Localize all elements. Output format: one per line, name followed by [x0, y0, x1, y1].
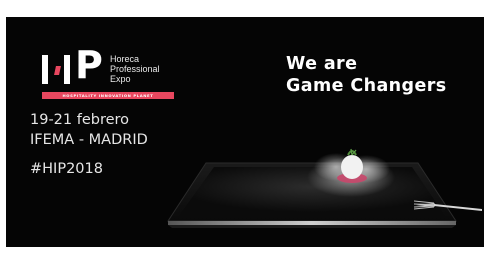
- headline: We are Game Changers: [286, 53, 447, 97]
- logo-line-horeca: Horeca: [110, 54, 140, 64]
- logo-h-bar: [42, 55, 48, 84]
- logo-line-professional: Professional: [110, 64, 160, 74]
- logo-letter-p: P: [75, 43, 103, 87]
- event-venue: IFEMA - MADRID: [30, 132, 148, 148]
- logo-tagline: HOSPITALITY INNOVATION PLANET: [42, 92, 174, 99]
- fork-image: [414, 200, 482, 211]
- headline-line-1: We are: [286, 54, 358, 74]
- headline-line-2: Game Changers: [286, 76, 447, 96]
- logo-line-expo: Expo: [110, 74, 131, 84]
- logo-red-accent: [54, 66, 61, 75]
- hip-banner: P Horeca Professional Expo HOSPITALITY I…: [6, 17, 484, 247]
- hip-logo: P Horeca Professional Expo HOSPITALITY I…: [42, 46, 182, 113]
- hip-logo-mark: P: [42, 46, 106, 87]
- logo-wordmark: Horeca Professional Expo: [110, 54, 160, 84]
- event-info: 19-21 febrero IFEMA - MADRID #HIP2018: [30, 110, 148, 179]
- event-hashtag: #HIP2018: [30, 161, 103, 177]
- dessert-image: [337, 148, 367, 183]
- logo-i-bar: [64, 55, 70, 84]
- tablet-illustration: [156, 117, 484, 247]
- event-dates: 19-21 febrero: [30, 112, 130, 128]
